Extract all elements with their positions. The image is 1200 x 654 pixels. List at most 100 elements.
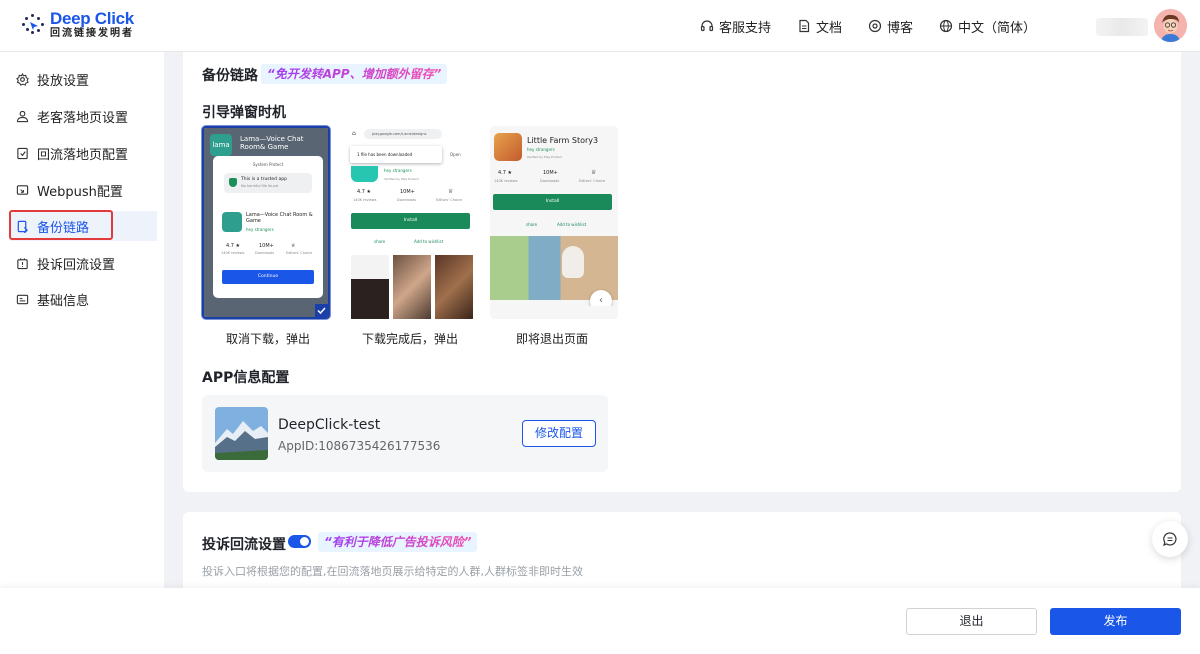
username-blurred[interactable]: [1096, 18, 1148, 36]
shot1-reviews: 140K reviews: [221, 251, 245, 255]
shot3-verified: Verified by Play Protect: [527, 155, 562, 159]
top-header: Deep Click 回流链接发明者 客服支持 文档 博客 中文（简体）: [0, 0, 1200, 52]
shot3-wishlist: Add to wishlist: [557, 222, 587, 227]
sidebar: 投放设置 老客落地页设置 回流落地页配置 Webpush配置 备份链路 投诉回流…: [0, 52, 164, 588]
popup-timing-title: 引导弹窗时机: [202, 105, 286, 121]
shot2-dev: hey strangers: [384, 168, 412, 173]
logo[interactable]: Deep Click 回流链接发明者: [20, 10, 134, 40]
nav-docs[interactable]: 文档: [797, 17, 842, 36]
timing-caption-3: 即将退出页面: [515, 332, 588, 346]
complaint-section-title: 投诉回流设置: [202, 537, 286, 553]
sidebar-item-backflow-landing[interactable]: 回流落地页配置: [10, 138, 157, 168]
shot1-dev: hey strangers: [246, 227, 274, 232]
shot1-app-title: Lama—Voice Chat Room& Game: [240, 135, 304, 151]
shot2-verified: Verified by Play Protect: [384, 177, 419, 181]
shot1-badge: lama: [210, 134, 232, 156]
shot2-screenshot-2: [393, 255, 431, 319]
sidebar-item-complaint[interactable]: 投诉回流设置: [10, 248, 157, 278]
shot1-downloads: Downloads: [255, 251, 275, 255]
info-card-icon: [16, 294, 29, 304]
shield-icon: [229, 178, 237, 187]
backup-tag-text: “免开发转APP、增加额外留存”: [267, 67, 442, 81]
shot2-download-msg: 1 file has been downloaded: [357, 152, 413, 157]
edit-config-button[interactable]: 修改配置: [522, 420, 596, 447]
shot2-open: Open: [450, 152, 461, 157]
active-item-highlight-box: [9, 210, 113, 240]
nav-support-label: 客服支持: [719, 20, 772, 36]
complaint-tag-text: “有利于降低广告投诉风险”: [324, 535, 472, 549]
shot2-screenshot-1: [351, 255, 389, 319]
shot3-nav-bar: [490, 306, 618, 319]
push-icon: [16, 184, 29, 195]
shot2-wishlist: Add to wishlist: [414, 239, 444, 244]
shot2-download-toast: 1 file has been downloaded Open: [350, 146, 461, 163]
timing-caption-2: 下载完成后，弹出: [361, 332, 458, 346]
app-id: AppID:1086735426177536: [278, 439, 441, 453]
timing-option-cancel-download[interactable]: lama Lama—Voice Chat Room& Game System P…: [202, 126, 330, 319]
chat-float-button[interactable]: [1152, 521, 1188, 557]
app-config-title: APP信息配置: [202, 370, 290, 386]
shot1-downloads-val: 10M+: [259, 243, 274, 249]
complaint-toggle[interactable]: [288, 535, 311, 548]
shot2-screenshot-3: [435, 255, 473, 319]
shot2-downloads-val: 10M+: [400, 189, 415, 195]
shot1-trusted: This is a trusted app: [241, 177, 287, 182]
avatar[interactable]: [1154, 9, 1187, 42]
shot2-share: share: [374, 239, 386, 244]
logo-brand: Deep Click: [50, 9, 134, 28]
nav-blog-label: 博客: [887, 20, 914, 36]
logo-mark-icon: [20, 12, 46, 38]
shot3-editors: Editors' Choice: [579, 179, 606, 183]
shot3-dev: hey strangers: [527, 147, 555, 152]
award-icon: ♕: [291, 243, 296, 249]
sidebar-item-delivery-settings[interactable]: 投放设置: [10, 64, 157, 94]
complaint-tag: “有利于降低广告投诉风险”: [318, 532, 478, 552]
sidebar-item-webpush[interactable]: Webpush配置: [10, 175, 157, 205]
exit-button[interactable]: 退出: [906, 608, 1037, 635]
sidebar-item-label: 回流落地页配置: [37, 147, 129, 163]
sidebar-item-label: 投诉回流设置: [37, 257, 116, 273]
shot1-dialog-header: System Protect: [252, 162, 284, 167]
sidebar-item-returning-landing[interactable]: 老客落地页设置: [10, 101, 157, 131]
footer-bar: 退出 发布: [0, 588, 1200, 654]
app-thumbnail: [215, 407, 268, 460]
shot3-rating: 4.7 ★: [498, 170, 513, 176]
shot1-editors: Editors' Choice: [286, 251, 313, 255]
nav-blog[interactable]: 博客: [868, 17, 913, 36]
shot2-url: play.google.com/t.ame/designs: [364, 129, 442, 139]
award-icon: ♕: [448, 188, 454, 195]
chat-icon: [1163, 532, 1177, 547]
shot3-app-icon: [494, 133, 522, 161]
app-info-box: DeepClick-test AppID:1086735426177536 修改…: [202, 395, 608, 472]
page-config-icon: [17, 147, 28, 159]
shot1-no-harm: No harmful file found: [241, 184, 279, 188]
shot2-app-icon: [351, 166, 378, 182]
compass-icon: [868, 19, 882, 33]
selected-check-icon: [315, 304, 328, 317]
nav-docs-label: 文档: [816, 20, 843, 36]
shot3-reviews: 140K reviews: [494, 179, 518, 183]
timing-option-before-exit[interactable]: Little Farm Story3 hey strangers Verifie…: [490, 126, 618, 319]
sidebar-item-label: 基础信息: [37, 293, 90, 309]
shot2-reviews: 140K reviews: [353, 198, 377, 202]
document-icon: [799, 19, 810, 33]
timing-option-after-download[interactable]: ⌂ play.google.com/t.ame/designs 1 file h…: [348, 126, 476, 319]
sidebar-item-label: 老客落地页设置: [37, 110, 129, 126]
sidebar-item-label: Webpush配置: [37, 184, 123, 200]
shot3-downloads: Downloads: [540, 179, 560, 183]
shot1-app-icon: [222, 212, 242, 232]
sidebar-item-label: 投放设置: [37, 73, 90, 89]
backup-tag: “免开发转APP、增加额外留存”: [261, 64, 448, 84]
shot3-install-button: Install: [493, 194, 612, 210]
publish-button[interactable]: 发布: [1050, 608, 1181, 635]
shot1-dialog: System Protect This is a trusted app No …: [213, 156, 323, 298]
user-cog-icon: [16, 110, 29, 122]
shot2-install-button: Install: [351, 213, 470, 229]
nav-support[interactable]: 客服支持: [700, 17, 771, 36]
award-icon: ♕: [591, 169, 597, 176]
shot1-continue-button: Continue: [222, 270, 314, 284]
sidebar-item-basic-info[interactable]: 基础信息: [10, 284, 157, 314]
gear-icon: [16, 72, 29, 86]
nav-language[interactable]: 中文（简体）: [939, 17, 1036, 36]
nav-language-label: 中文（简体）: [958, 20, 1037, 36]
